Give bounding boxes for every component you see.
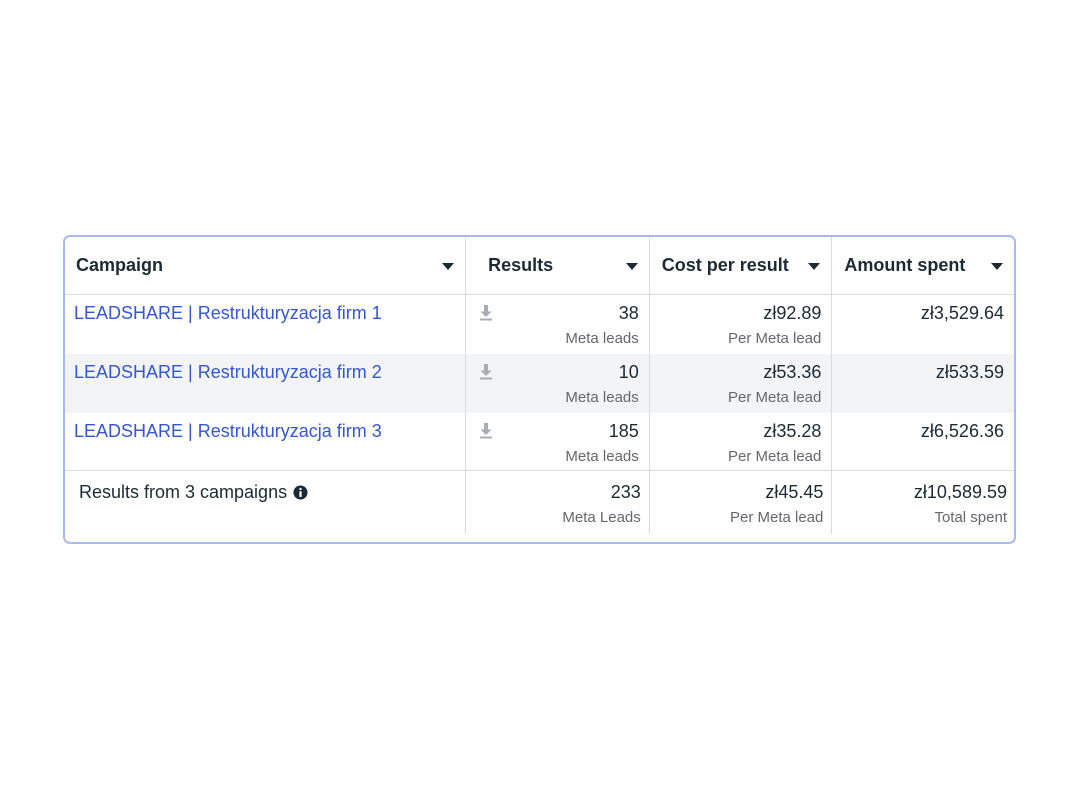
download-icon[interactable] xyxy=(479,363,493,380)
summary-spent-cell: zł10,589.59 Total spent xyxy=(832,471,1014,534)
header-cost-per-result[interactable]: Cost per result xyxy=(650,237,833,294)
campaign-cell: LEADSHARE | Restrukturyzacja firm 1 xyxy=(65,295,467,354)
header-results[interactable]: Results xyxy=(466,237,650,294)
cost-value: zł92.89 xyxy=(763,303,822,323)
campaign-cell: LEADSHARE | Restrukturyzacja firm 3 xyxy=(65,413,467,470)
download-icon[interactable] xyxy=(479,304,493,321)
results-type: Meta leads xyxy=(565,448,639,465)
spent-cell: zł6,526.36 xyxy=(832,413,1014,470)
cost-value: zł35.28 xyxy=(763,421,822,441)
cost-cell: zł35.28 Per Meta lead xyxy=(650,413,833,470)
table-row: LEADSHARE | Restrukturyzacja firm 3 185 … xyxy=(65,413,1014,471)
results-value: 10 xyxy=(618,362,639,382)
cost-type: Per Meta lead xyxy=(727,389,822,406)
header-amount-spent[interactable]: Amount spent xyxy=(832,237,1014,294)
campaign-cell: LEADSHARE | Restrukturyzacja firm 2 xyxy=(65,354,467,413)
table-row: LEADSHARE | Restrukturyzacja firm 1 38 M… xyxy=(65,295,1014,354)
results-value: 38 xyxy=(618,303,639,323)
campaign-link[interactable]: LEADSHARE | Restrukturyzacja firm 3 xyxy=(74,421,382,442)
campaign-link[interactable]: LEADSHARE | Restrukturyzacja firm 2 xyxy=(74,362,382,383)
campaign-results-table: Campaign Results Cost per result Amount … xyxy=(63,235,1016,544)
cost-type: Per Meta lead xyxy=(727,330,822,347)
summary-cost-cell: zł45.45 Per Meta lead xyxy=(650,471,833,534)
results-value: 185 xyxy=(608,421,639,441)
header-campaign-label: Campaign xyxy=(76,255,164,275)
header-cost-label: Cost per result xyxy=(661,255,789,275)
summary-row: Results from 3 campaigns 233 Meta Leads … xyxy=(65,471,1014,534)
table-header-row: Campaign Results Cost per result Amount … xyxy=(65,237,1014,295)
spent-value: zł3,529.64 xyxy=(920,303,1004,323)
summary-results-type: Meta Leads xyxy=(562,509,641,526)
cost-value: zł53.36 xyxy=(763,362,822,382)
summary-results-value: 233 xyxy=(610,482,641,502)
campaign-link[interactable]: LEADSHARE | Restrukturyzacja firm 1 xyxy=(74,303,382,324)
caret-down-icon[interactable] xyxy=(990,263,1003,270)
download-icon[interactable] xyxy=(479,422,493,439)
summary-cost-value: zł45.45 xyxy=(765,482,824,502)
results-type: Meta leads xyxy=(565,389,639,406)
summary-label: Results from 3 campaigns xyxy=(79,482,308,503)
info-icon[interactable] xyxy=(293,485,308,500)
cost-type: Per Meta lead xyxy=(727,448,822,465)
summary-label-cell: Results from 3 campaigns xyxy=(65,471,467,534)
caret-down-icon[interactable] xyxy=(442,263,455,270)
header-spent-label: Amount spent xyxy=(844,255,966,275)
results-cell: 38 Meta leads xyxy=(466,295,650,354)
spent-cell: zł533.59 xyxy=(832,354,1014,413)
results-cell: 185 Meta leads xyxy=(466,413,650,470)
summary-spent-value: zł10,589.59 xyxy=(913,482,1007,502)
header-campaign[interactable]: Campaign xyxy=(65,237,467,294)
cost-cell: zł92.89 Per Meta lead xyxy=(650,295,833,354)
caret-down-icon[interactable] xyxy=(625,263,638,270)
spent-cell: zł3,529.64 xyxy=(832,295,1014,354)
spent-value: zł6,526.36 xyxy=(920,421,1004,441)
summary-cost-type: Per Meta lead xyxy=(729,509,824,526)
caret-down-icon[interactable] xyxy=(808,263,821,270)
header-results-label: Results xyxy=(488,255,554,275)
table-row: LEADSHARE | Restrukturyzacja firm 2 10 M… xyxy=(65,354,1014,413)
results-cell: 10 Meta leads xyxy=(466,354,650,413)
summary-label-text: Results from 3 campaigns xyxy=(79,482,288,502)
summary-spent-type: Total spent xyxy=(934,509,1007,526)
spent-value: zł533.59 xyxy=(935,362,1004,382)
results-type: Meta leads xyxy=(565,330,639,347)
summary-results-cell: 233 Meta Leads xyxy=(466,471,650,534)
cost-cell: zł53.36 Per Meta lead xyxy=(650,354,833,413)
